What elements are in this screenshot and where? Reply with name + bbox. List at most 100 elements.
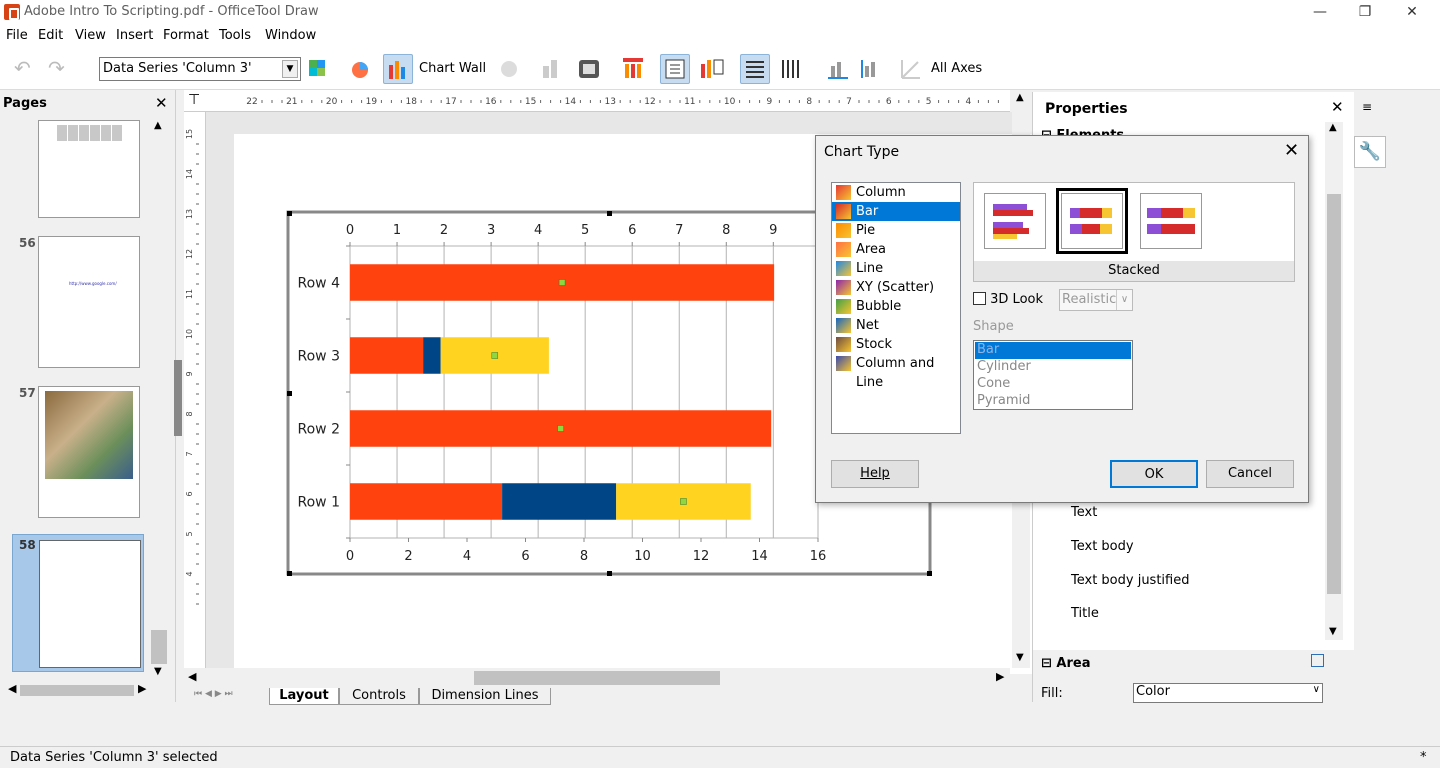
menu-view[interactable]: View <box>75 28 106 43</box>
redo-icon[interactable]: ↷ <box>48 54 78 84</box>
bar-row-1-series-2[interactable] <box>502 483 617 520</box>
checkbox-box <box>973 292 986 305</box>
format-selection-icon[interactable] <box>304 54 334 84</box>
chart-type-icon <box>836 299 851 314</box>
chart-type-dialog: Chart Type ✕ Column Bar Pie Area Line XY (Sca… <box>815 135 1309 503</box>
x-axis-tick-label: 10 <box>634 549 651 564</box>
canvas-horizontal-scrollbar[interactable]: ◀ ▶ <box>184 668 1010 688</box>
x-axis-icon[interactable] <box>822 54 852 84</box>
style-text-body-justified[interactable]: Text body justified <box>1071 573 1189 588</box>
shape-bar[interactable]: Bar <box>975 342 1131 359</box>
properties-wrench-icon[interactable]: 🔧 <box>1354 136 1386 168</box>
menu-window[interactable]: Window <box>265 28 316 43</box>
tab-navigation-icon[interactable]: ⏮ ◀ ▶ ⏭ <box>194 689 233 699</box>
undo-icon[interactable]: ↶ <box>14 54 44 84</box>
chart-type-stock[interactable]: Stock <box>832 335 960 354</box>
bar-row-3-series-1[interactable] <box>350 337 424 374</box>
chart-wall-label[interactable]: Chart Wall <box>419 61 486 76</box>
cancel-button[interactable]: Cancel <box>1206 460 1294 488</box>
close-window-button[interactable]: ✕ <box>1392 2 1432 24</box>
page-thumbnail-57[interactable] <box>38 386 140 518</box>
help-button[interactable]: Help <box>831 460 919 488</box>
ruler-tick-label: 14 <box>185 169 194 179</box>
chart-type-bar[interactable]: Bar <box>832 202 960 221</box>
chart-data-icon[interactable] <box>383 54 413 84</box>
area-section-toggle[interactable]: ⊟ Area <box>1041 656 1090 671</box>
style-text-body[interactable]: Text body <box>1071 539 1134 554</box>
variant-stacked[interactable] <box>1056 188 1128 254</box>
ruler-tick-label: 5 <box>185 531 194 536</box>
ok-button[interactable]: OK <box>1110 460 1198 488</box>
selection-handle[interactable] <box>287 571 292 576</box>
menu-tools[interactable]: Tools <box>219 28 251 43</box>
chart-element-select[interactable]: Data Series 'Column 3' ▼ <box>99 57 301 81</box>
title-icon[interactable] <box>618 54 648 84</box>
tab-controls[interactable]: Controls <box>339 688 419 705</box>
sidebar-menu-icon[interactable]: ≡ <box>1362 100 1372 114</box>
area-more-options-icon[interactable] <box>1311 654 1324 667</box>
chart-area-icon[interactable] <box>574 54 604 84</box>
style-title[interactable]: Title <box>1071 606 1099 621</box>
menu-file[interactable]: File <box>6 28 28 43</box>
chart-type-pie[interactable]: Pie <box>832 221 960 240</box>
menu-insert[interactable]: Insert <box>116 28 153 43</box>
style-text[interactable]: Text <box>1071 505 1097 520</box>
bar-row-3-series-2[interactable] <box>423 337 441 374</box>
3d-look-select[interactable]: Realistic ∨ <box>1059 289 1133 311</box>
3d-view-icon[interactable] <box>494 54 524 84</box>
menu-format[interactable]: Format <box>163 28 209 43</box>
close-pages-icon[interactable]: ✕ <box>155 94 168 112</box>
pages-horizontal-scrollbar[interactable]: ◀ ▶ <box>4 682 150 698</box>
selection-handle[interactable] <box>607 571 612 576</box>
chart-type-label: Column <box>856 185 906 200</box>
all-axes-icon[interactable] <box>896 54 926 84</box>
shape-list: Bar Cylinder Cone Pyramid <box>973 340 1133 410</box>
y-axis-icon[interactable] <box>856 54 886 84</box>
legend-on-off-icon[interactable] <box>660 54 690 84</box>
legend-icon[interactable] <box>697 54 727 84</box>
ruler-tick-label: 4 <box>966 97 972 107</box>
3d-look-checkbox[interactable]: 3D Look <box>973 292 1043 307</box>
tab-dimension-lines[interactable]: Dimension Lines <box>419 688 551 705</box>
chart-floor-icon[interactable] <box>538 54 568 84</box>
menu-edit[interactable]: Edit <box>38 28 63 43</box>
chart-type-icon[interactable] <box>346 54 376 84</box>
selection-handle[interactable] <box>287 391 292 396</box>
chart-type-column[interactable]: Column <box>832 183 960 202</box>
chart-type-net[interactable]: Net <box>832 316 960 335</box>
selection-handle[interactable] <box>607 211 612 216</box>
close-properties-icon[interactable]: ✕ <box>1331 98 1344 116</box>
vertical-grids-icon[interactable] <box>776 54 806 84</box>
chart-type-column-and-line[interactable]: Column and Line <box>832 354 960 390</box>
page-thumbnail-56[interactable]: http://www.google.com/ <box>38 236 140 368</box>
selection-handle[interactable] <box>927 571 932 576</box>
horizontal-grids-icon[interactable] <box>740 54 770 84</box>
x-secondary-axis-tick-label: 7 <box>675 223 683 238</box>
shape-cone[interactable]: Cone <box>975 376 1131 393</box>
page-thumbnail-58-selected[interactable]: 58 <box>12 534 144 672</box>
chart-type-bubble[interactable]: Bubble <box>832 297 960 316</box>
minimize-button[interactable]: — <box>1300 2 1340 24</box>
thumb-link-text: http://www.google.com/ <box>69 281 117 286</box>
fill-select[interactable]: Color ∨ <box>1133 683 1323 703</box>
chart-type-xy-scatter[interactable]: XY (Scatter) <box>832 278 960 297</box>
properties-header: Properties <box>1045 101 1128 117</box>
panel-collapse-handle[interactable] <box>174 360 182 436</box>
chart-type-area[interactable]: Area <box>832 240 960 259</box>
shape-cylinder[interactable]: Cylinder <box>975 359 1131 376</box>
all-axes-label[interactable]: All Axes <box>931 61 982 76</box>
chart-type-list[interactable]: Column Bar Pie Area Line XY (Scatter) Bubble Ne… <box>831 182 961 434</box>
dialog-close-button[interactable]: ✕ <box>1284 140 1299 161</box>
shape-pyramid[interactable]: Pyramid <box>975 393 1131 410</box>
bar-row-1-series-1[interactable] <box>350 483 503 520</box>
tab-layout[interactable]: Layout <box>269 688 339 705</box>
variant-normal[interactable] <box>984 193 1046 249</box>
page-thumbnail-55[interactable] <box>38 120 140 218</box>
maximize-button[interactable]: ❐ <box>1345 2 1385 24</box>
selection-handle[interactable] <box>287 211 292 216</box>
pages-vertical-scrollbar[interactable]: ▲ ▼ <box>150 120 168 680</box>
chart-type-icon <box>836 337 851 352</box>
variant-percent-stacked[interactable] <box>1140 193 1202 249</box>
chart-type-line[interactable]: Line <box>832 259 960 278</box>
properties-scrollbar[interactable]: ▲ ▼ <box>1325 122 1343 640</box>
